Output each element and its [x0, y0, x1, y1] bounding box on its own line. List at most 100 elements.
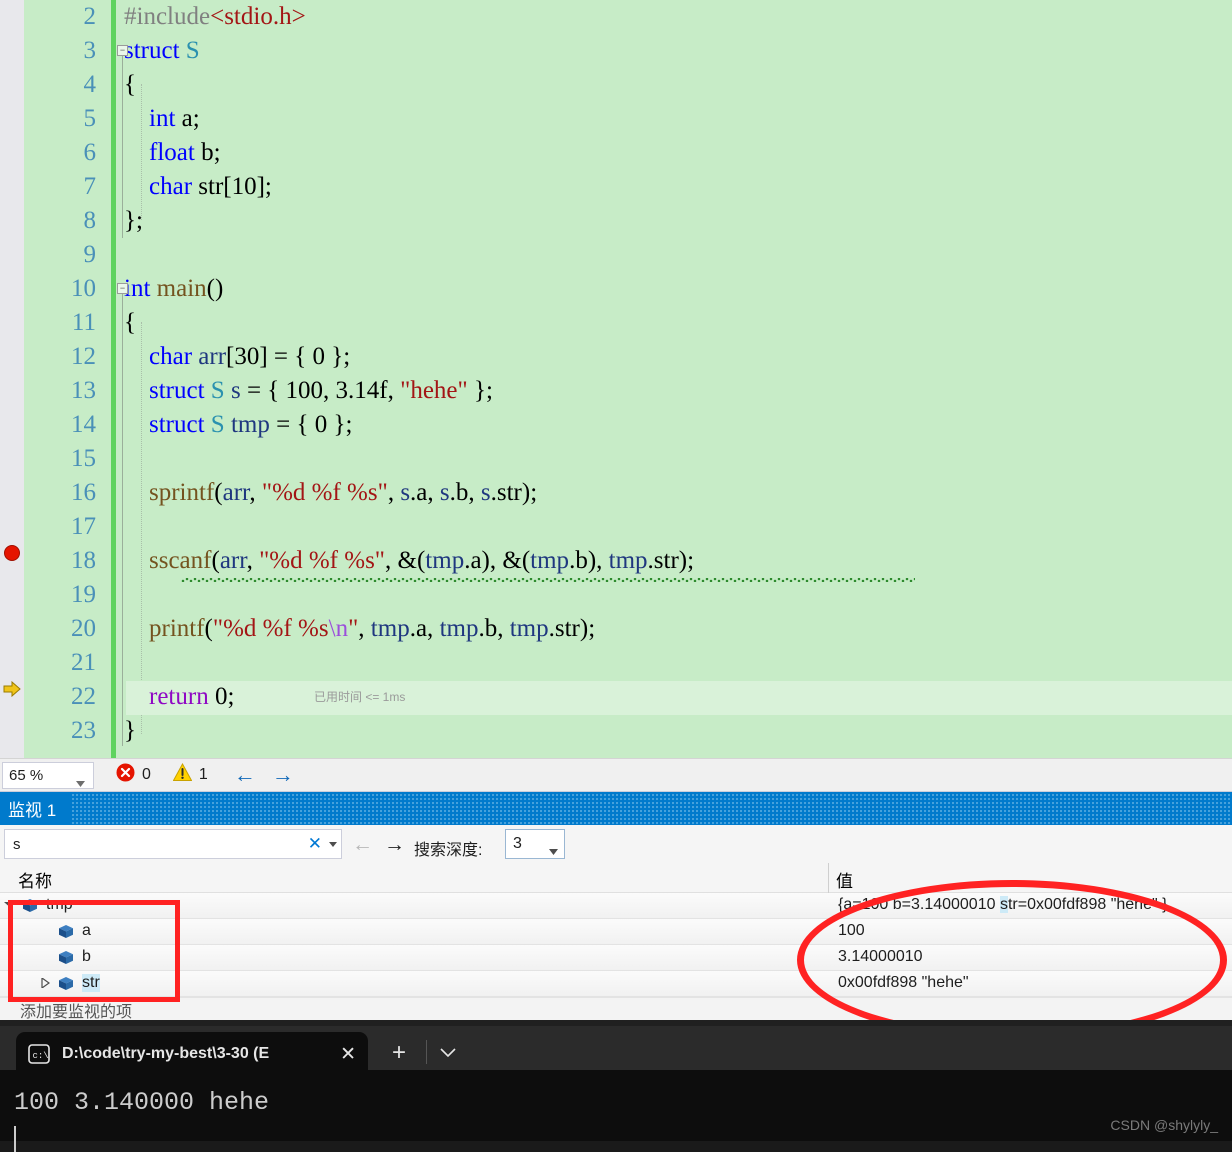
- terminal-panel[interactable]: c:\ D:\code\try-my-best\3-30 (E ✕ + 100 …: [0, 1020, 1232, 1152]
- code-line[interactable]: 5 int a;: [0, 102, 1232, 136]
- code-token: .b,: [478, 615, 510, 642]
- code-line[interactable]: 7 char str[10];: [0, 170, 1232, 204]
- column-header-value[interactable]: 值: [836, 867, 853, 892]
- code-line[interactable]: 8};: [0, 204, 1232, 238]
- code-token: };: [124, 207, 143, 234]
- line-number: 12: [71, 343, 96, 370]
- expander-collapsed-icon[interactable]: [40, 976, 51, 990]
- navigate-backward-button[interactable]: ←: [234, 764, 256, 786]
- fold-box-main[interactable]: −: [117, 283, 128, 294]
- code-line[interactable]: 15: [0, 442, 1232, 476]
- code-text: struct S: [124, 34, 200, 68]
- code-text: sscanf(arr, "%d %f %s", &(tmp.a), &(tmp.…: [124, 544, 694, 578]
- search-next-button[interactable]: →: [384, 834, 405, 855]
- terminal-dropdown-button[interactable]: [440, 1046, 456, 1061]
- code-token: struct: [124, 37, 180, 64]
- code-line[interactable]: 20 printf("%d %f %s\n", tmp.a, tmp.b, tm…: [0, 612, 1232, 646]
- breakpoint-marker[interactable]: [4, 545, 20, 561]
- code-line[interactable]: 21: [0, 646, 1232, 680]
- watch-panel-title: 监视 1: [8, 801, 57, 820]
- fold-box-struct[interactable]: −: [117, 45, 128, 56]
- code-token: <stdio.h>: [210, 3, 306, 30]
- code-token: printf: [149, 615, 205, 642]
- variable-icon: [58, 924, 74, 939]
- code-line[interactable]: 19: [0, 578, 1232, 612]
- error-count-indicator[interactable]: 0: [116, 763, 151, 787]
- chevron-down-icon[interactable]: [326, 839, 337, 849]
- watch-row[interactable]: tmp {a=100 b=3.14000010 str=0x00fdf898 "h…: [0, 893, 1232, 919]
- code-line[interactable]: 3 struct S: [0, 34, 1232, 68]
- line-number: 5: [83, 105, 97, 132]
- code-line[interactable]: 10 int main(): [0, 272, 1232, 306]
- column-separator[interactable]: [828, 863, 829, 893]
- code-token: #include: [124, 3, 211, 30]
- watch-search-input[interactable]: s ✕: [4, 829, 342, 859]
- clear-icon[interactable]: ✕: [304, 834, 326, 854]
- search-previous-button[interactable]: ←: [352, 834, 373, 855]
- code-line[interactable]: 17: [0, 510, 1232, 544]
- code-token: = { 0 };: [269, 411, 353, 438]
- watch-panel-title-bar[interactable]: 监视 1: [0, 792, 1232, 825]
- zoom-level-combo[interactable]: 65 %: [2, 761, 94, 789]
- code-text: int a;: [124, 102, 200, 136]
- code-line[interactable]: 23}: [0, 714, 1232, 748]
- code-token: 0;: [208, 683, 235, 710]
- code-text: float b;: [124, 136, 221, 170]
- code-line[interactable]: 18 sscanf(arr, "%d %f %s", &(tmp.a), &(t…: [0, 544, 1232, 578]
- watch-row[interactable]: b 3.14000010: [0, 945, 1232, 971]
- watch-item-value[interactable]: 0x00fdf898 "hehe": [838, 974, 969, 992]
- navigate-forward-button[interactable]: →: [272, 764, 294, 786]
- watch-item-name[interactable]: a: [82, 922, 91, 940]
- watch-item-value[interactable]: 3.14000010: [838, 948, 923, 966]
- watch-item-value[interactable]: 100: [838, 922, 865, 940]
- line-number: 20: [71, 615, 96, 642]
- code-token: s: [439, 479, 450, 506]
- watch-item-value[interactable]: {a=100 b=3.14000010 str=0x00fdf898 "hehe…: [838, 896, 1167, 914]
- code-line[interactable]: 14 struct S tmp = { 0 };: [0, 408, 1232, 442]
- watch-row[interactable]: a 100: [0, 919, 1232, 945]
- code-token: .str);: [647, 547, 695, 574]
- code-line[interactable]: 16 sprintf(arr, "%d %f %s", s.a, s.b, s.…: [0, 476, 1232, 510]
- code-line[interactable]: 6 float b;: [0, 136, 1232, 170]
- watch-panel[interactable]: 监视 1 s ✕ ← → 搜索深度: 3 名称 值 tmp {a=100 b=3.…: [0, 791, 1232, 1021]
- code-text: }: [124, 714, 136, 748]
- code-line[interactable]: 12 char arr[30] = { 0 };: [0, 340, 1232, 374]
- chevron-down-icon: [549, 842, 558, 860]
- column-header-name[interactable]: 名称: [18, 867, 52, 892]
- expander-expanded-icon[interactable]: [4, 900, 14, 910]
- new-terminal-button[interactable]: +: [392, 1041, 406, 1065]
- line-number: 11: [71, 309, 96, 336]
- code-token: , &(: [385, 547, 426, 574]
- terminal-output-area[interactable]: 100 3.140000 hehe: [0, 1070, 1232, 1152]
- watch-toolbar[interactable]: s ✕ ← → 搜索深度: 3: [0, 825, 1232, 863]
- code-line[interactable]: 9: [0, 238, 1232, 272]
- code-token: .b,: [449, 479, 481, 506]
- watch-item-name[interactable]: str: [82, 974, 100, 992]
- code-line[interactable]: 22 return 0;: [0, 680, 1232, 714]
- code-line[interactable]: 13 struct S s = { 100, 3.14f, "hehe" };: [0, 374, 1232, 408]
- code-token: char: [149, 173, 193, 200]
- terminal-cursor: [14, 1126, 16, 1152]
- add-watch-item-row[interactable]: 添加要监视的项: [0, 997, 1232, 1021]
- search-depth-combo[interactable]: 3: [505, 829, 565, 859]
- warning-count-indicator[interactable]: 1: [172, 762, 208, 787]
- code-token: a;: [175, 105, 200, 132]
- watch-item-name[interactable]: b: [82, 948, 91, 966]
- code-line[interactable]: 2 #include<stdio.h>: [0, 0, 1232, 34]
- code-token: ,: [249, 479, 262, 506]
- watermark: CSDN @shylyly_: [1110, 1117, 1218, 1133]
- line-number: 13: [71, 377, 96, 404]
- close-icon[interactable]: ✕: [334, 1043, 356, 1066]
- code-editor[interactable]: 2 #include<stdio.h> 3 struct S 4{5 int a; 6 f…: [0, 0, 1232, 758]
- code-text: struct S s = { 100, 3.14f, "hehe" };: [124, 374, 493, 408]
- toolbar-divider: [426, 1040, 427, 1064]
- watch-item-name[interactable]: tmp: [46, 896, 73, 914]
- code-line[interactable]: 11 {: [0, 306, 1232, 340]
- watch-row[interactable]: str 0x00fdf898 "hehe": [0, 971, 1232, 997]
- code-token: S: [185, 37, 200, 64]
- code-line[interactable]: 4{: [0, 68, 1232, 102]
- code-token: "%d %f %s: [212, 615, 329, 642]
- terminal-tab-bar[interactable]: c:\ D:\code\try-my-best\3-30 (E ✕ +: [0, 1026, 1232, 1076]
- line-number: 17: [71, 513, 96, 540]
